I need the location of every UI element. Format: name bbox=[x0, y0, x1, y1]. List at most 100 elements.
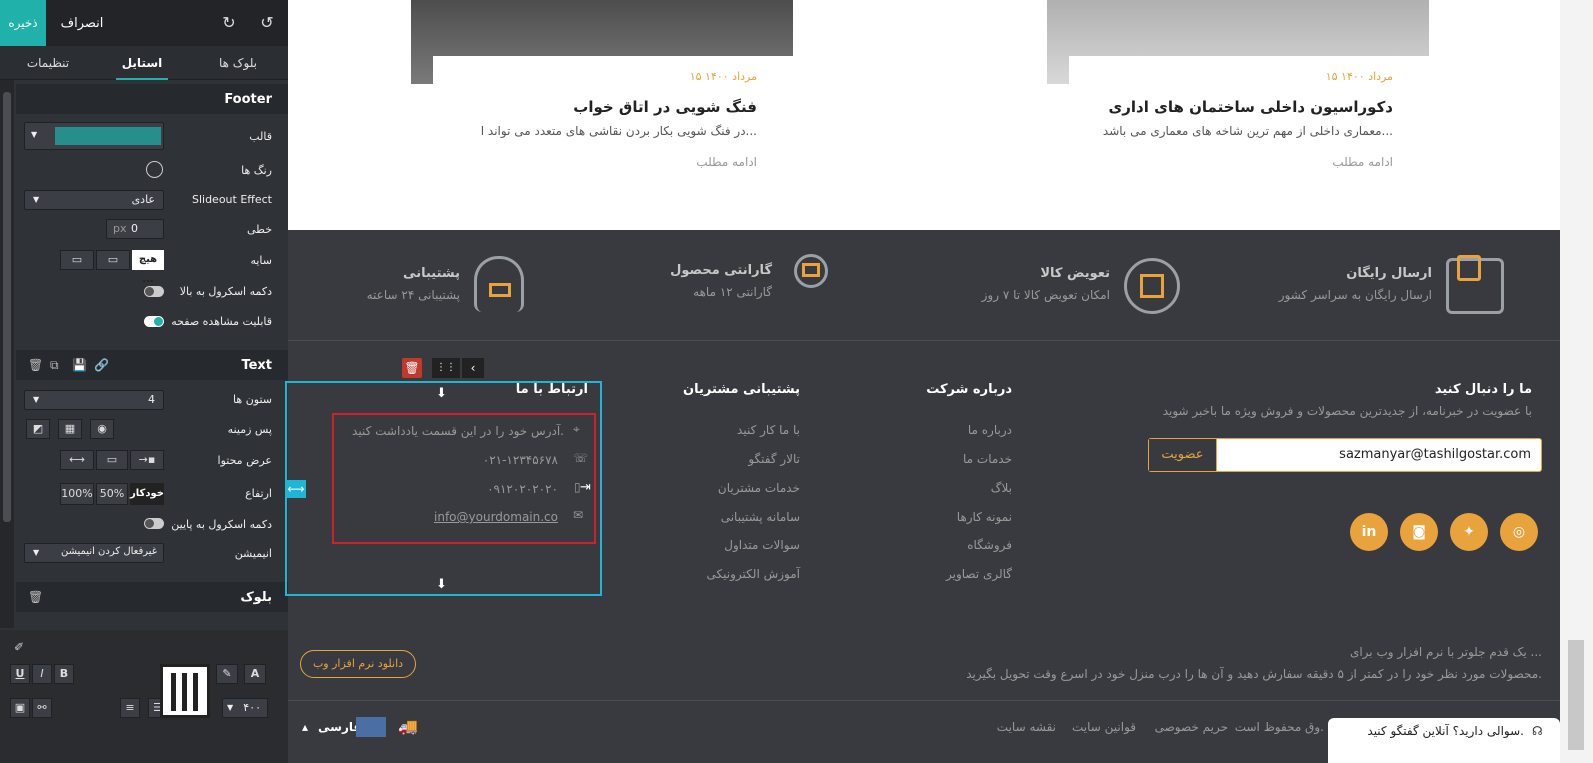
sidebar-scrollbar[interactable] bbox=[0, 80, 14, 628]
width-full-button[interactable]: ⟷ bbox=[60, 450, 94, 470]
twitter-icon[interactable]: ✦ bbox=[1450, 513, 1488, 551]
footer-link[interactable]: خدمات مشتریان bbox=[668, 481, 800, 495]
image-insert-icon[interactable]: ▣ bbox=[10, 698, 30, 718]
columns-select[interactable]: ▼ 4 bbox=[24, 390, 164, 410]
newsletter-title: ما را دنبال کنید bbox=[1434, 382, 1532, 397]
download-app-button[interactable]: دانلود نرم افزار وب bbox=[300, 650, 416, 678]
tab-style[interactable]: استایل bbox=[116, 46, 168, 80]
italic-button[interactable]: I bbox=[32, 664, 52, 684]
footer-link[interactable]: با ما کار کنید bbox=[668, 423, 800, 437]
template-select[interactable]: ▼ bbox=[24, 122, 164, 150]
newsletter-form: عضویت sazmanyar@tashilgostar.com bbox=[1148, 438, 1542, 472]
email-input[interactable]: sazmanyar@tashilgostar.com bbox=[1225, 447, 1531, 462]
height-100-button[interactable]: 100% bbox=[60, 483, 94, 505]
block-section-header: بلوک bbox=[16, 582, 288, 612]
border-input[interactable]: px 0 bbox=[106, 219, 164, 239]
bg-image-button[interactable]: ◉ bbox=[90, 419, 114, 439]
bold-button[interactable]: B bbox=[54, 664, 74, 684]
read-more-link[interactable]: ادامه مطلب bbox=[433, 155, 757, 169]
feature-title: گارانتی محصول bbox=[670, 263, 772, 278]
slideout-select[interactable]: ▼ عادی bbox=[24, 190, 164, 210]
block-collapse-icon[interactable]: ‹ bbox=[462, 358, 484, 378]
columns-label: ستون ها bbox=[233, 393, 272, 406]
scroll-top-toggle[interactable] bbox=[144, 286, 164, 297]
footer-link[interactable]: آموزش الکترونیکی bbox=[668, 567, 800, 581]
footer-link[interactable]: سوالات متداول bbox=[668, 538, 800, 552]
sitemap-link[interactable]: نقشه سایت bbox=[988, 720, 1056, 734]
tab-blocks[interactable]: بلوک ها bbox=[210, 46, 266, 80]
shadow-option-1[interactable]: ▭ bbox=[60, 250, 94, 270]
bg-color-button[interactable]: ◩ bbox=[26, 419, 50, 439]
shadow-option-2[interactable]: ▭ bbox=[96, 250, 130, 270]
link-insert-icon[interactable]: ⚯ bbox=[32, 698, 52, 718]
footer-link[interactable]: گالری تصاویر bbox=[888, 567, 1012, 581]
brush-icon[interactable]: ✎ bbox=[216, 664, 238, 684]
underline-button[interactable]: U bbox=[10, 664, 30, 684]
scroll-bottom-toggle[interactable] bbox=[144, 518, 164, 529]
eraser-icon[interactable]: ✐ bbox=[14, 640, 24, 654]
block-move-icon[interactable]: ⋮⋮ bbox=[432, 358, 460, 378]
language-caret-icon[interactable]: ▴ bbox=[302, 720, 308, 734]
redo-icon[interactable]: ↻ bbox=[218, 12, 240, 34]
chat-widget[interactable]: سوالی دارید؟ آنلاین گفتگو کنید. ☊ bbox=[1328, 718, 1560, 763]
scrollbar-thumb[interactable] bbox=[3, 92, 11, 522]
link-icon[interactable]: 🔗 bbox=[94, 358, 109, 372]
save-block-icon[interactable]: 💾 bbox=[72, 358, 87, 372]
font-size-select[interactable]: ▼ ۴۰۰ bbox=[222, 698, 268, 718]
footer-link[interactable]: نمونه کارها bbox=[888, 510, 1012, 524]
chat-text: سوالی دارید؟ آنلاین گفتگو کنید. bbox=[1367, 724, 1524, 738]
scroll-top-label: دکمه اسکرول به بالا bbox=[179, 285, 272, 298]
feature-title: ارسال رایگان bbox=[1346, 266, 1432, 281]
feature-title: تعویض کالا bbox=[1040, 266, 1110, 281]
discard-button[interactable]: انصراف bbox=[56, 0, 108, 46]
trash-icon[interactable]: 🗑 bbox=[28, 358, 43, 372]
rules-link[interactable]: قوانین سایت bbox=[1066, 720, 1136, 734]
card-title[interactable]: فنگ شویی در اتاق خواب bbox=[433, 98, 757, 116]
flag-icon bbox=[356, 717, 386, 737]
height-label: ارتفاع bbox=[245, 487, 272, 500]
width-small-button[interactable]: →▪ bbox=[130, 450, 164, 470]
animation-select[interactable]: ▼ غیرفعال کردن انیمیشن bbox=[24, 543, 164, 563]
instagram-icon[interactable]: ◙ bbox=[1400, 513, 1438, 551]
contact-email[interactable]: info@yourdomain.co bbox=[338, 510, 558, 524]
footer-link[interactable]: درباره ما bbox=[888, 423, 1012, 437]
page-view-toggle[interactable] bbox=[144, 316, 164, 327]
footer-link[interactable]: سامانه پشتیبانی bbox=[668, 510, 800, 524]
undo-icon[interactable]: ↺ bbox=[256, 12, 278, 34]
tab-settings[interactable]: تنظیمات bbox=[20, 46, 76, 80]
language-selector[interactable]: فارسی bbox=[318, 720, 361, 734]
block-delete-icon[interactable]: 🗑 bbox=[402, 358, 422, 378]
site-footer: ارسال رایگان ارسال رایگان به سراسر کشور … bbox=[285, 230, 1560, 763]
page-scrollbar[interactable] bbox=[1560, 0, 1593, 763]
save-button[interactable]: ذخیره bbox=[0, 0, 46, 46]
align-icon[interactable]: ≡ bbox=[120, 698, 140, 718]
width-boxed-button[interactable]: ▭ bbox=[96, 450, 128, 470]
github-icon[interactable]: ◎ bbox=[1500, 513, 1538, 551]
card-title[interactable]: دکوراسیون داخلی ساختمان های اداری bbox=[1040, 98, 1393, 116]
height-auto-button[interactable]: خودکار bbox=[130, 483, 164, 505]
page-scrollbar-thumb[interactable] bbox=[1568, 640, 1584, 750]
columns-value: 4 bbox=[148, 393, 155, 406]
trash-icon[interactable]: 🗑 bbox=[28, 590, 43, 604]
truck-logo-icon: 🚚 bbox=[398, 717, 418, 736]
arrow-down-icon[interactable]: ⬇ bbox=[436, 577, 447, 592]
truck-icon bbox=[1446, 255, 1504, 314]
bg-video-button[interactable]: ▦ bbox=[58, 419, 82, 439]
divider bbox=[288, 340, 1560, 341]
duplicate-icon[interactable]: ⧉ bbox=[50, 358, 59, 373]
shadow-none-option[interactable]: هیچ ... bbox=[132, 250, 164, 285]
font-color-button[interactable]: A bbox=[244, 664, 266, 684]
height-50-button[interactable]: 50% bbox=[96, 483, 128, 505]
caret-down-icon: ▼ bbox=[31, 130, 38, 139]
footer-link[interactable]: تالار گفتگو bbox=[668, 452, 800, 466]
footer-link[interactable]: فروشگاه bbox=[888, 538, 1012, 552]
linkedin-icon[interactable]: in bbox=[1350, 513, 1388, 551]
subscribe-button[interactable]: عضویت bbox=[1149, 439, 1217, 471]
read-more-link[interactable]: ادامه مطلب bbox=[1069, 155, 1393, 169]
privacy-link[interactable]: حریم خصوصی bbox=[1144, 720, 1228, 734]
footer-link[interactable]: بلاگ bbox=[888, 481, 1012, 495]
footer-link[interactable]: خدمات ما bbox=[888, 452, 1012, 466]
resize-handle-icon[interactable]: ⟷ bbox=[286, 480, 306, 498]
card-date: ۱۵ مرداد ۱۴۰۰ bbox=[1325, 70, 1393, 83]
color-picker[interactable] bbox=[146, 161, 163, 178]
